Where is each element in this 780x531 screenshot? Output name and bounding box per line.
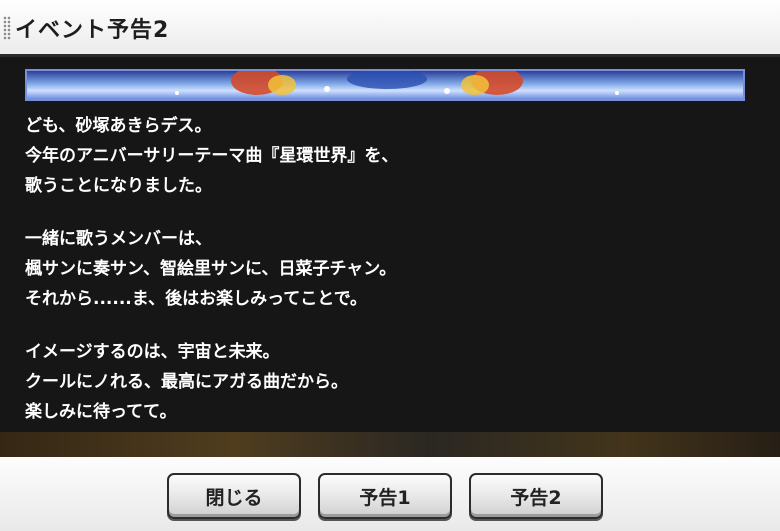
banner-decoration xyxy=(175,71,619,95)
text-line: 歌うことになりました。 xyxy=(25,176,212,196)
paragraph-3: イメージするのは、宇宙と未来。 クールにノれる、最高にアガる曲だから。 楽しみに… xyxy=(25,337,755,427)
text-line: それから......ま、後はお楽しみってことで。 xyxy=(25,289,368,309)
dialog-header: イベント予告2 xyxy=(0,0,780,57)
text-line: イメージするのは、宇宙と未来。 xyxy=(25,342,280,362)
announcement-text: ども、砂塚あきらデス。 今年のアニバーサリーテーマ曲『星環世界』を、 歌うことに… xyxy=(25,111,755,450)
dialog-footer: 閉じる 予告1 予告2 xyxy=(0,457,780,531)
text-line: 一緒に歌うメンバーは、 xyxy=(25,229,212,249)
text-line: クールにノれる、最高にアガる曲だから。 xyxy=(25,372,348,392)
paragraph-1: ども、砂塚あきらデス。 今年のアニバーサリーテーマ曲『星環世界』を、 歌うことに… xyxy=(25,111,755,201)
background-strip xyxy=(0,432,780,457)
paragraph-2: 一緒に歌うメンバーは、 楓サンに奏サン、智絵里サンに、日菜子チャン。 それから.… xyxy=(25,224,755,314)
dialog-title: イベント予告2 xyxy=(15,18,170,43)
preview-1-button[interactable]: 予告1 xyxy=(318,473,452,519)
close-button[interactable]: 閉じる xyxy=(167,473,301,519)
text-line: 今年のアニバーサリーテーマ曲『星環世界』を、 xyxy=(25,146,399,166)
grip-icon xyxy=(3,16,11,40)
text-line: 楓サンに奏サン、智絵里サンに、日菜子チャン。 xyxy=(25,259,397,279)
message-panel[interactable]: ども、砂塚あきらデス。 今年のアニバーサリーテーマ曲『星環世界』を、 歌うことに… xyxy=(0,57,780,457)
preview-2-button[interactable]: 予告2 xyxy=(469,473,603,519)
text-line: ども、砂塚あきらデス。 xyxy=(25,116,212,136)
text-line: 楽しみに待ってて。 xyxy=(25,402,177,422)
event-banner-image xyxy=(25,69,745,101)
